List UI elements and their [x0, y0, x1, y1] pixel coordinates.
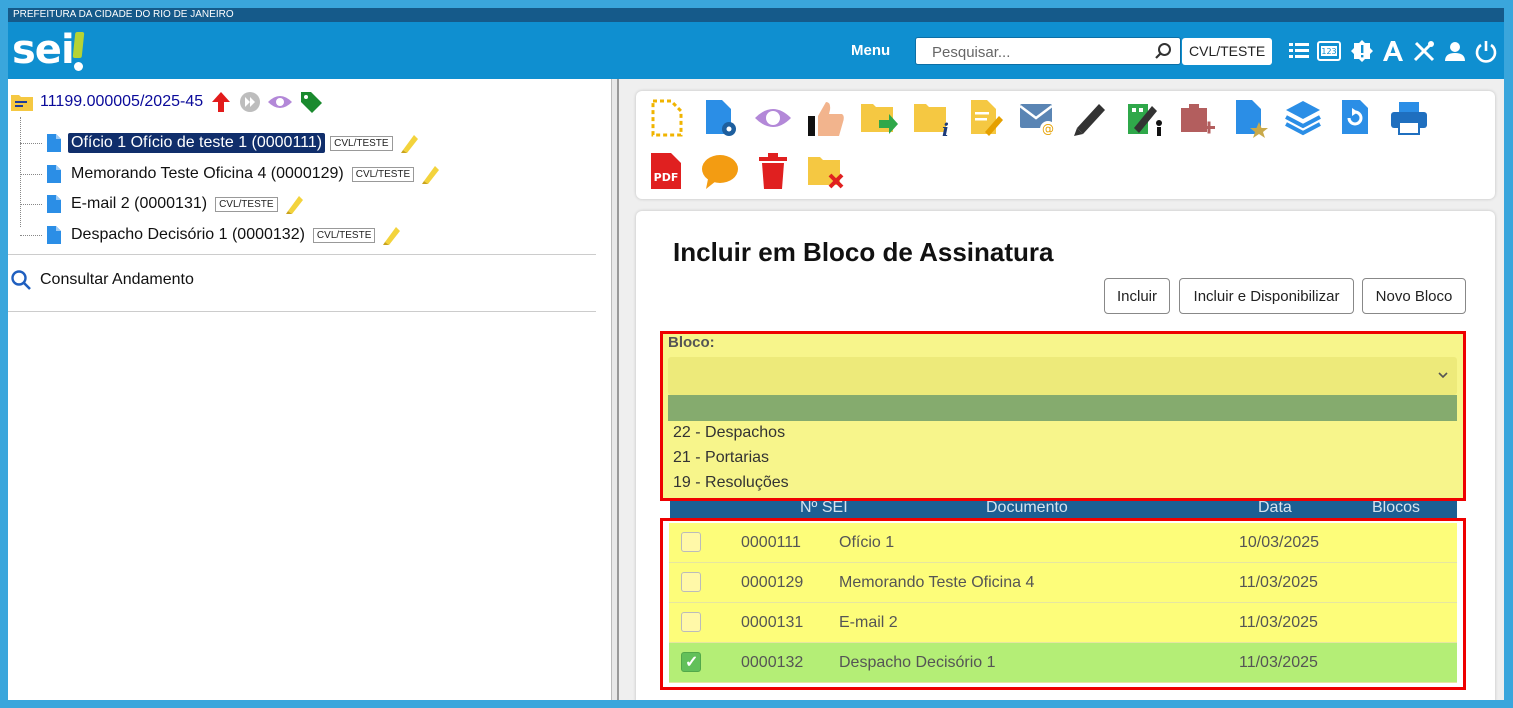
page-title: Incluir em Bloco de Assinatura	[673, 237, 1054, 267]
search-input[interactable]	[930, 39, 1154, 65]
email-icon[interactable]: @	[1018, 98, 1058, 138]
forward-icon[interactable]	[239, 91, 261, 113]
alert-icon[interactable]	[1350, 39, 1374, 63]
arrow-up-icon[interactable]	[211, 91, 231, 113]
close-process-icon[interactable]	[806, 151, 846, 191]
unit-tag: CVL/TESTE	[312, 227, 376, 243]
print-icon[interactable]	[1389, 98, 1429, 138]
edit-document-icon[interactable]	[965, 98, 1005, 138]
org-bar: PREFEITURA DA CIDADE DO RIO DE JANEIRO	[8, 8, 1504, 22]
pdf-icon[interactable]: PDF	[647, 151, 687, 191]
refresh-document-icon[interactable]	[1336, 98, 1376, 138]
form-card: Incluir em Bloco de Assinatura Incluir I…	[636, 211, 1495, 700]
action-toolbar: i @ PDF	[636, 91, 1495, 199]
search-box	[915, 37, 1181, 65]
consult-label[interactable]: Consultar Andamento	[40, 271, 194, 289]
highlight-outline	[660, 331, 1466, 501]
process-info-icon[interactable]: i	[912, 98, 952, 138]
svg-text:@: @	[1042, 122, 1054, 136]
svg-text:PDF: PDF	[654, 171, 679, 184]
tree-doc-label[interactable]: Memorando Teste Oficina 4 (0000129)	[68, 164, 347, 184]
signature-pen-icon	[285, 196, 303, 214]
new-document-icon[interactable]	[647, 98, 687, 138]
document-settings-icon[interactable]	[700, 98, 740, 138]
tools-icon[interactable]	[1412, 39, 1436, 63]
tree-doc-item[interactable]: Despacho Decisório 1 (0000132) CVL/TESTE	[20, 223, 403, 247]
numbered-icon[interactable]: 123	[1317, 39, 1341, 63]
logo-dot	[74, 62, 83, 71]
search-icon[interactable]	[1154, 42, 1172, 60]
search-icon	[11, 270, 31, 290]
signature-pen-icon	[400, 135, 418, 153]
tree-doc-label[interactable]: Ofício 1 Ofício de teste 1 (0000111)	[68, 133, 326, 153]
delete-icon[interactable]	[753, 151, 793, 191]
process-tree-panel: 11199.000005/2025-45 Ofício 1 Ofício de …	[8, 79, 611, 700]
divider	[8, 311, 596, 312]
power-icon[interactable]	[1474, 39, 1498, 63]
unit-tag: CVL/TESTE	[330, 135, 393, 151]
list-icon[interactable]	[1287, 39, 1311, 63]
col-num-header: Nº SEI	[800, 499, 848, 516]
add-to-block-icon[interactable]	[1177, 98, 1217, 138]
incluir-disponibilizar-button[interactable]: Incluir e Disponibilizar	[1179, 278, 1354, 314]
sei-logo[interactable]: sei	[12, 28, 75, 72]
eye-icon[interactable]	[267, 92, 293, 112]
menu-button[interactable]: Menu	[851, 42, 890, 59]
document-icon	[47, 195, 61, 213]
content-panel: i @ PDF Incluir em Bloco de Assinatura I…	[619, 79, 1504, 700]
view-eye-icon[interactable]	[753, 98, 793, 138]
sign-pen-icon[interactable]	[1071, 98, 1111, 138]
tree-doc-item[interactable]: Ofício 1 Ofício de teste 1 (0000111) CVL…	[20, 131, 421, 155]
unit-selector[interactable]: CVL/TESTE	[1182, 38, 1273, 65]
tree-doc-label[interactable]: E-mail 2 (0000131)	[68, 194, 210, 214]
tree-doc-item[interactable]: E-mail 2 (0000131) CVL/TESTE	[20, 192, 306, 216]
tree-doc-item[interactable]: Memorando Teste Oficina 4 (0000129) CVL/…	[20, 162, 442, 186]
incluir-button[interactable]: Incluir	[1104, 278, 1170, 314]
signature-pen-icon	[383, 227, 401, 245]
app-frame: PREFEITURA DA CIDADE DO RIO DE JANEIRO s…	[8, 8, 1504, 700]
send-process-icon[interactable]	[859, 98, 899, 138]
main-header: sei Menu CVL/TESTE 123	[8, 22, 1504, 79]
unit-tag: CVL/TESTE	[215, 196, 278, 212]
user-icon[interactable]	[1443, 39, 1467, 63]
process-node[interactable]: 11199.000005/2025-45	[10, 91, 323, 113]
sign-unit-icon[interactable]	[1124, 98, 1164, 138]
novo-bloco-button[interactable]: Novo Bloco	[1362, 278, 1466, 314]
divider	[8, 254, 596, 255]
document-icon	[47, 165, 61, 183]
unit-tag: CVL/TESTE	[351, 166, 415, 182]
folder-icon	[11, 95, 33, 111]
process-number[interactable]: 11199.000005/2025-45	[40, 93, 203, 111]
document-icon	[47, 134, 61, 152]
logo-accent	[72, 32, 85, 58]
svg-text:i: i	[942, 120, 949, 138]
thumbs-up-icon[interactable]	[806, 98, 846, 138]
consult-andamento-link[interactable]: Consultar Andamento	[10, 269, 194, 291]
panel-splitter[interactable]	[611, 79, 619, 700]
favorite-document-icon[interactable]	[1230, 98, 1270, 138]
tree-doc-label[interactable]: Despacho Decisório 1 (0000132)	[68, 225, 308, 245]
signature-pen-icon	[422, 166, 440, 184]
comment-icon[interactable]	[700, 151, 740, 191]
col-date-header: Data	[1258, 499, 1292, 516]
document-icon	[47, 226, 61, 244]
tag-icon[interactable]	[299, 90, 323, 114]
font-icon[interactable]	[1381, 39, 1405, 63]
col-doc-header: Documento	[986, 499, 1068, 516]
highlight-outline	[660, 518, 1466, 690]
layers-icon[interactable]	[1283, 98, 1323, 138]
col-blocos-header: Blocos	[1372, 499, 1421, 516]
svg-text:123: 123	[1321, 47, 1336, 56]
